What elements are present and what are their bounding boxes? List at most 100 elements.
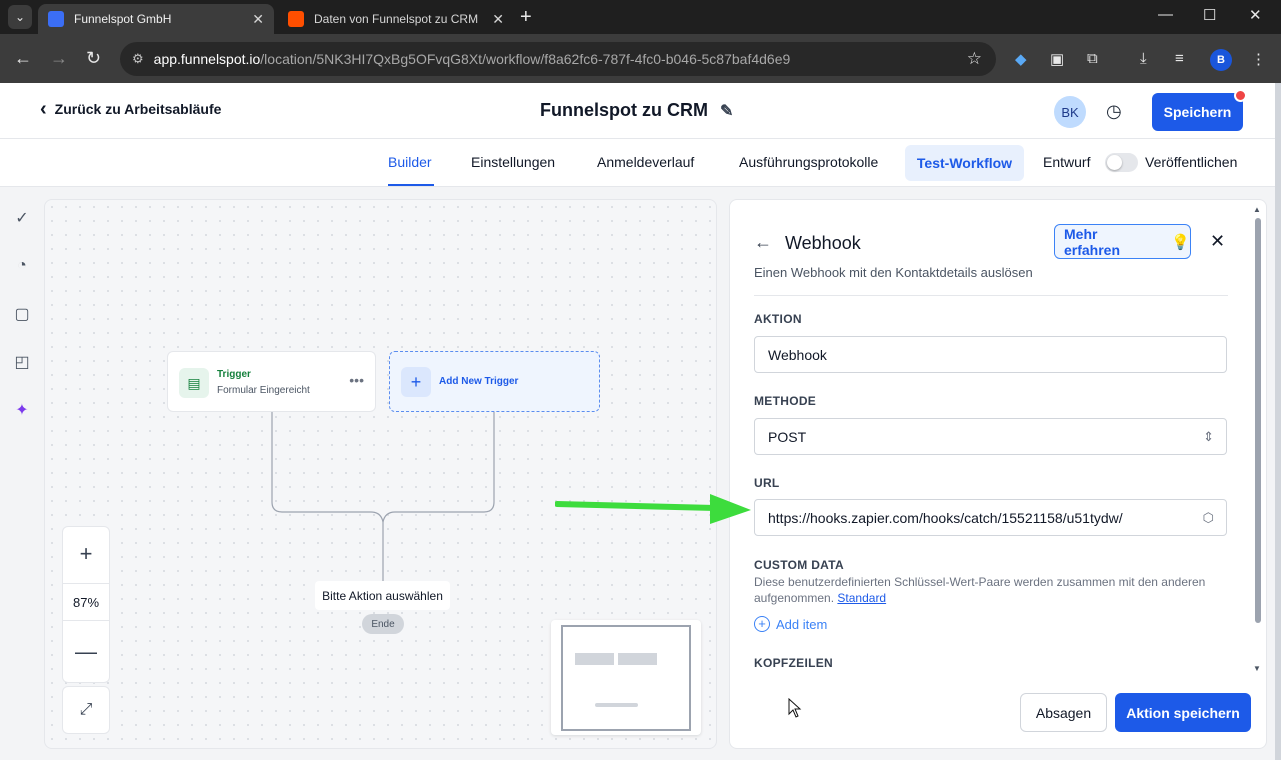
new-tab-icon[interactable]: + [520,6,532,29]
more-options-icon[interactable]: ••• [349,372,364,388]
tab-builder[interactable]: Builder [388,154,432,170]
add-trigger-label: Add New Trigger [439,376,519,387]
add-new-trigger-button[interactable]: + Add New Trigger [389,351,600,412]
sparkle-icon[interactable]: ✦ [12,400,32,420]
zoom-in-button[interactable]: + [63,535,109,573]
comment-icon[interactable]: ▢ [12,304,32,324]
plus-circle-icon: + [754,616,770,632]
custom-data-label: CUSTOM DATA [754,558,844,572]
back-to-workflows-link[interactable]: ‹ Zurück zu Arbeitsabläufe [40,99,222,119]
action-field-label: AKTION [754,312,802,326]
window-edge [1275,83,1281,760]
url-path: /location/5NK3HI7QxBg5OFvqG8Xt/workflow/… [260,51,791,67]
mouse-cursor-icon [788,698,802,718]
browser-toolbar: ← → ↻ ⚙ app.funnelspot.io /location/5NK3… [0,34,1281,83]
method-value: POST [768,428,807,445]
close-tab-icon[interactable]: ✕ [492,11,504,28]
zoom-out-button[interactable]: — [63,633,109,671]
zoom-controls: + 87% — [62,526,110,683]
profile-avatar[interactable]: B [1210,49,1232,71]
trigger-node[interactable]: ▤ Trigger Formular Eingereicht ••• [167,351,376,412]
draft-label: Entwurf [1043,154,1091,170]
tab-settings[interactable]: Einstellungen [471,154,555,170]
tab-enrollment-history[interactable]: Anmeldeverlauf [597,154,694,170]
zapier-favicon-icon [288,11,304,27]
standard-link[interactable]: Standard [837,591,886,605]
minimap[interactable] [551,620,701,735]
tag-icon[interactable]: ⬡ [1203,510,1214,526]
minimap-node [618,653,657,665]
save-action-button[interactable]: Aktion speichern [1115,693,1251,732]
lightbulb-icon: 💡 [1171,233,1190,251]
trigger-subtitle: Formular Eingereicht [217,385,310,396]
media-control-icon[interactable]: ≡ [1175,50,1184,67]
browser-menu-icon[interactable]: ⋮ [1251,50,1266,68]
annotation-arrow-icon [555,494,751,524]
add-item-button[interactable]: + Add item [754,616,827,632]
tab-execution-logs[interactable]: Ausführungsprotokolle [739,154,878,170]
panel-scrollbar[interactable] [1255,218,1261,623]
app-header: ‹ Zurück zu Arbeitsabläufe Funnelspot zu… [0,83,1275,139]
history-icon[interactable]: ◷ [1106,101,1122,122]
back-label: Zurück zu Arbeitsabläufe [54,101,222,117]
url-value: https://hooks.zapier.com/hooks/catch/155… [768,509,1123,526]
action-field[interactable]: Webhook [754,336,1227,373]
minimap-node [595,703,638,707]
publish-toggle[interactable] [1105,153,1138,172]
custom-data-desc-text: Diese benutzerdefinierten Schlüssel-Wert… [754,575,1206,605]
site-info-icon[interactable]: ⚙ [132,51,144,67]
tab-title: Funnelspot GmbH [74,12,172,26]
webhook-panel: ← Webhook Mehr erfahren 💡 ✕ Einen Webhoo… [729,199,1267,749]
user-avatar[interactable]: BK [1054,96,1086,128]
method-field-label: METHODE [754,394,817,408]
tab-title: Daten von Funnelspot zu CRM [314,12,479,26]
zoom-level: 87% [63,583,109,621]
extension-code-icon[interactable]: ▣ [1050,50,1064,68]
arrow-left-icon[interactable]: ← [754,232,772,253]
scroll-down-icon[interactable]: ▼ [1253,664,1261,673]
fit-view-button[interactable]: ⤢ [62,686,110,734]
workflow-canvas[interactable]: ▤ Trigger Formular Eingereicht ••• + Add… [44,199,717,749]
expand-icon: ⤢ [79,701,93,718]
forward-icon[interactable]: → [50,48,68,68]
minimize-icon[interactable]: — [1158,6,1173,23]
browser-tab-zapier[interactable]: Daten von Funnelspot zu CRM ✕ [278,4,514,34]
close-tab-icon[interactable]: ✕ [252,11,264,28]
publish-label: Veröffentlichen [1145,154,1238,170]
check-circle-icon[interactable]: ✓ [12,208,32,228]
select-arrows-icon: ⇕ [1203,428,1214,444]
address-bar[interactable]: ⚙ app.funnelspot.io /location/5NK3HI7QxB… [120,42,996,76]
add-item-label: Add item [776,616,828,632]
window-close-icon[interactable]: ✕ [1249,6,1262,24]
reload-icon[interactable]: ↻ [86,48,101,68]
learn-more-button[interactable]: Mehr erfahren 💡 [1054,224,1191,259]
test-workflow-button[interactable]: Test-Workflow [905,145,1024,181]
extension-diamond-icon[interactable]: ◆ [1015,50,1027,68]
bookmark-star-icon[interactable]: ☆ [967,49,982,69]
method-select[interactable]: POST ⇕ [754,418,1227,455]
browser-tab-bar: ⌄ Funnelspot GmbH ✕ Daten von Funnelspot… [0,0,1281,34]
select-action-node[interactable]: Bitte Aktion auswählen [315,581,450,610]
divider [754,295,1228,296]
url-input[interactable]: https://hooks.zapier.com/hooks/catch/155… [754,499,1227,536]
cancel-button[interactable]: Absagen [1020,693,1107,732]
close-icon[interactable]: ✕ [1210,231,1225,252]
download-icon[interactable]: ⤓ [1140,50,1147,67]
notification-dot [1234,89,1247,102]
pencil-icon[interactable]: ✎ [720,101,733,121]
custom-data-description: Diese benutzerdefinierten Schlüssel-Wert… [754,574,1228,606]
back-icon[interactable]: ← [14,48,32,68]
clipboard-icon: ▤ [179,368,209,398]
active-tab-indicator [388,184,434,186]
browser-tab-funnelspot[interactable]: Funnelspot GmbH ✕ [38,4,274,34]
headers-label: KOPFZEILEN [754,656,834,670]
tab-search-button[interactable]: ⌄ [8,5,32,29]
extensions-puzzle-icon[interactable]: ⧉ [1087,50,1098,67]
save-button[interactable]: Speichern [1152,93,1243,131]
maximize-icon[interactable]: ☐ [1203,6,1216,24]
minimap-node [575,653,614,665]
scroll-up-icon[interactable]: ▲ [1253,205,1261,214]
pie-chart-icon[interactable]: ◔ [12,256,32,276]
end-node: Ende [362,614,404,634]
note-icon[interactable]: ◰ [12,352,32,372]
